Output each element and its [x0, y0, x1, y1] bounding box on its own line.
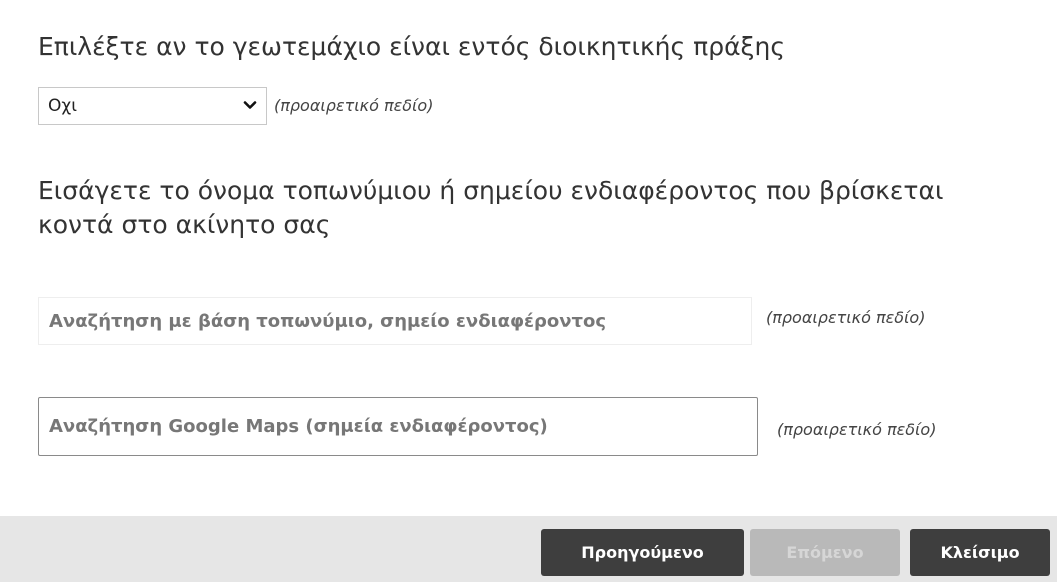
administrative-act-optional-hint: (προαιρετικό πεδίο)	[274, 96, 434, 115]
place-search-input[interactable]	[38, 297, 752, 345]
google-maps-search-input[interactable]	[38, 397, 758, 456]
place-label: Εισάγετε το όνομα τοπωνύμιου ή σημείου ε…	[38, 174, 998, 242]
place-label-text: Εισάγετε το όνομα τοπωνύμιου ή σημείου ε…	[38, 176, 944, 239]
dialog-footer: Προηγούμενο Επόμενο Κλείσιμο	[0, 516, 1057, 582]
chevron-down-icon	[243, 101, 257, 109]
form-content: Επιλέξτε αν το γεωτεμάχιο είναι εντός δι…	[0, 0, 1057, 516]
place-search-optional-hint: (προαιρετικό πεδίο)	[766, 308, 926, 327]
previous-button[interactable]: Προηγούμενο	[541, 529, 744, 576]
google-maps-optional-hint: (προαιρετικό πεδίο)	[777, 420, 937, 439]
administrative-act-select-value: Οχι	[48, 96, 77, 116]
administrative-act-label: Επιλέξτε αν το γεωτεμάχιο είναι εντός δι…	[38, 32, 786, 61]
administrative-act-select[interactable]: Οχι	[38, 87, 267, 125]
next-button[interactable]: Επόμενο	[750, 529, 900, 576]
close-button[interactable]: Κλείσιμο	[910, 529, 1050, 576]
